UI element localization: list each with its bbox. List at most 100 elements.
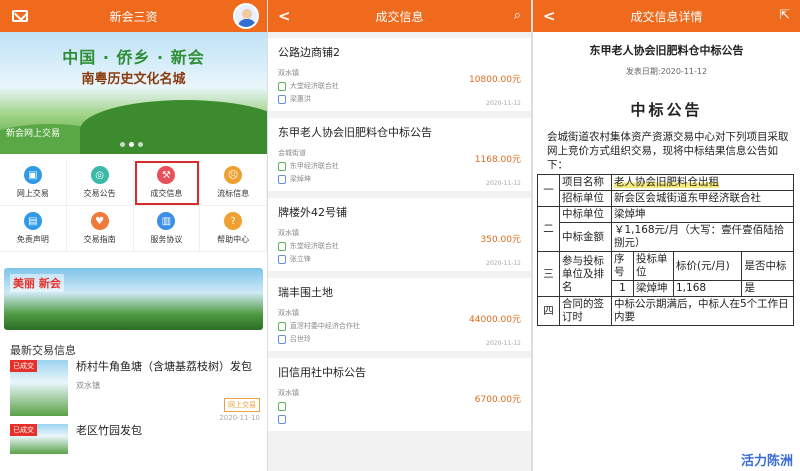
deal-date: 2020-11-12 (486, 260, 521, 267)
deal-winner: 吕世玲 (289, 335, 311, 343)
share-icon[interactable]: ⇱ (779, 8, 790, 23)
grid-announcement[interactable]: ◎ 交易公告 (66, 160, 134, 206)
table-cell: 中标金额 (559, 222, 612, 252)
grid-label: 网上交易 (16, 189, 49, 198)
deal-list-header: < 成交信息 ⌕ (268, 0, 531, 32)
grid-label: 交易指南 (83, 235, 116, 244)
deal-card[interactable]: 东甲老人协会旧肥料仓中标公告 会城街道 东甲经济联合社 梁焯坤 1168.00元 20… (268, 118, 531, 191)
page-title: 成交信息 (375, 9, 424, 24)
news-title: 老区竹园发包 (76, 424, 142, 437)
deal-date: 2020-11-12 (486, 180, 521, 187)
deal-card[interactable]: 牌楼外42号铺 双水镇 东堂经济联合社 张立锋 350.00元 2020-11-12 (268, 198, 531, 271)
list-item[interactable]: 已成交 老区竹园发包 (10, 424, 260, 454)
watermark: 活力陈洲 (737, 450, 796, 469)
list-item[interactable]: 已成交 桥村牛角鱼塘（含塘基荔枝树）发包 双水镇 网上交易 2020-11-10 (10, 360, 260, 422)
table-cell: 1,168 (672, 280, 743, 297)
table-cell: 标价(元/月) (672, 251, 743, 281)
table-cell: ￥1,168元/月（大写：壹仟壹佰陆拾捌元） (611, 222, 794, 252)
grid-online-trade[interactable]: ▣ 网上交易 (0, 160, 67, 206)
deal-title: 公路边商铺2 (278, 46, 340, 59)
grid-guide[interactable]: ♥ 交易指南 (66, 206, 134, 252)
deal-winner: 梁焯坤 (289, 175, 311, 183)
deal-seller: 东甲经济联合社 (289, 162, 339, 170)
news-thumbnail: 已成交 (10, 360, 68, 416)
doc-date: 发表日期:2020-11-12 (625, 67, 708, 76)
table-cell: 新会区会城街道东甲经济联合社 (611, 190, 794, 207)
grid-failed-bid[interactable]: ☹ 流标信息 (200, 160, 267, 206)
grid-disclaimer[interactable]: ▤ 免责声明 (0, 206, 67, 252)
seller-label (278, 241, 286, 251)
back-arrow-icon[interactable]: < (278, 7, 291, 25)
grid-label: 流标信息 (217, 189, 250, 198)
deal-price: 1168.00元 (474, 155, 521, 165)
deal-date: 2020-11-12 (486, 100, 521, 107)
home-header: 新会三资 (0, 0, 267, 32)
grid-label: 交易公告 (83, 189, 116, 198)
table-cell: 三 (537, 251, 560, 297)
function-grid: ▣ 网上交易 ◎ 交易公告 ⚒ 成交信息 ☹ 流标信息 ▤ 免责声明 ♥ 交易指南 ▥ 服务协… (0, 160, 267, 252)
deal-row: 梁惠洪 (278, 94, 521, 104)
deal-list-screen: < 成交信息 ⌕ 公路边商铺2 双水镇 大堂经济联合社 梁惠洪 10800.00元 2… (268, 0, 531, 471)
doc-paragraph: 会城街道农村集体资产资源交易中心对下列项目采取网上竞价方式组织交易，现将中标结果… (547, 131, 789, 171)
deal-town: 双水镇 (278, 309, 299, 317)
winner-label (278, 174, 286, 184)
deal-card[interactable]: 旧信用社中标公告双水镇 6700.00元 (268, 358, 531, 431)
news-meta: 双水镇 (76, 381, 100, 390)
deal-town: 双水镇 (278, 69, 299, 77)
deal-card[interactable]: 公路边商铺2 双水镇 大堂经济联合社 梁惠洪 10800.00元 2020-11-12 (268, 38, 531, 111)
news-thumbnail: 已成交 (10, 424, 68, 454)
avatar[interactable] (233, 3, 259, 29)
grid-agreement[interactable]: ▥ 服务协议 (133, 206, 201, 252)
grid-label: 帮助中心 (217, 235, 250, 244)
table-cell: 序号 (611, 251, 634, 281)
table-cell: 招标单位 (559, 190, 612, 207)
banner-caption: 新会网上交易 (6, 129, 61, 139)
table-cell: 一 (537, 174, 560, 207)
deal-row: 张立锋 (278, 254, 521, 264)
deal-title: 旧信用社中标公告 (278, 366, 366, 379)
deal-title: 牌楼外42号铺 (278, 206, 347, 219)
winner-label (278, 334, 286, 344)
carousel-dots[interactable] (120, 142, 143, 147)
news-title: 桥村牛角鱼塘（含塘基荔枝树）发包 (76, 360, 252, 373)
news-tag: 网上交易 (224, 398, 260, 412)
document-icon: ▤ (23, 212, 42, 230)
banner-subtitle: 南粤历史文化名城 (81, 72, 186, 87)
deal-town: 双水镇 (278, 229, 299, 237)
clipboard-icon: ▥ (157, 212, 176, 230)
deal-town: 双水镇 (278, 389, 299, 397)
deal-detail-screen: < 成交信息详情 ⇱ 东甲老人协会旧肥料仓中标公告 发表日期:2020-11-1… (533, 0, 800, 471)
scenic-banner[interactable]: 美丽 新会 (4, 268, 263, 330)
table-cell: 梁焯坤 (611, 206, 794, 223)
face-icon: ☹ (224, 166, 243, 184)
result-table: 一项目名称 老人协会旧肥料仓出租 招标单位 新会区会城街道东甲经济联合社 二中标单位… (537, 174, 794, 326)
deal-date: 2020-11-12 (486, 340, 521, 347)
mail-icon[interactable] (12, 10, 28, 22)
deal-price: 6700.00元 (474, 395, 521, 405)
status-badge: 已成交 (10, 424, 37, 436)
deal-seller: 直滘村委中经济合作社 (289, 322, 360, 330)
status-badge: 已成交 (10, 360, 37, 372)
deal-card[interactable]: 瑞丰围土地 双水镇 直滘村委中经济合作社 吕世玲 44000.00元 2020-11-… (268, 278, 531, 351)
banner-title: 中国 · 侨乡 · 新会 (62, 48, 205, 67)
grid-help[interactable]: ? 帮助中心 (200, 206, 267, 252)
grid-label: 成交信息 (150, 189, 183, 198)
deal-row: 梁焯坤 (278, 174, 521, 184)
table-cell: 1 (611, 280, 634, 297)
doc-title: 东甲老人协会旧肥料仓中标公告 (589, 44, 744, 57)
grid-label: 服务协议 (150, 235, 183, 244)
table-cell: 投标单位 (633, 251, 674, 281)
doc-heading: 中标公告 (630, 101, 703, 119)
news-date: 2020-11-10 (219, 414, 260, 422)
grid-deal-info[interactable]: ⚒ 成交信息 (133, 160, 201, 206)
heart-icon: ♥ (90, 212, 109, 230)
scenic-tag: 美丽 新会 (10, 274, 64, 292)
table-cell: 合同的签订时 (559, 296, 612, 326)
search-icon[interactable]: ⌕ (514, 8, 521, 23)
detail-header: < 成交信息详情 ⇱ (533, 0, 800, 32)
deal-winner: 张立锋 (289, 255, 311, 263)
deal-card-list: 公路边商铺2 双水镇 大堂经济联合社 梁惠洪 10800.00元 2020-11-12… (268, 38, 531, 431)
deal-seller: 东堂经济联合社 (289, 242, 339, 250)
section-title: 最新交易信息 (10, 344, 76, 357)
back-arrow-icon[interactable]: < (543, 7, 556, 25)
